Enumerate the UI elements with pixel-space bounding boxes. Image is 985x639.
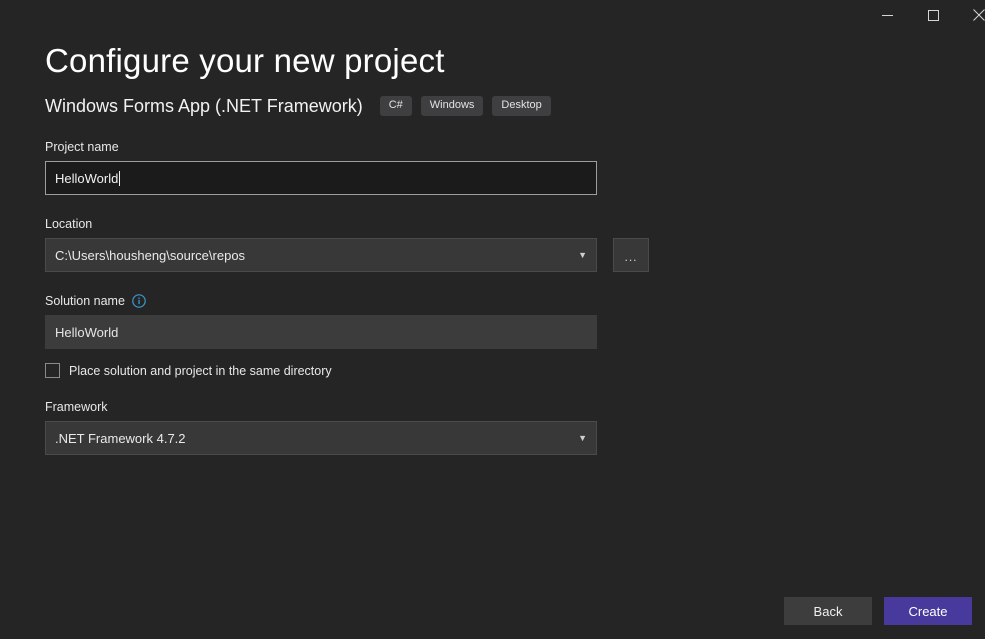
location-combobox[interactable]: C:\Users\housheng\source\repos ▼ xyxy=(45,238,597,272)
solution-name-group: Solution name HelloWorld xyxy=(45,294,985,349)
tag-language: C# xyxy=(379,96,412,116)
project-name-input[interactable]: HelloWorld xyxy=(45,161,597,195)
solution-name-row: HelloWorld xyxy=(45,315,985,349)
solution-name-value: HelloWorld xyxy=(55,324,119,340)
create-button[interactable]: Create xyxy=(884,597,972,625)
solution-name-label: Solution name xyxy=(45,294,985,308)
framework-row: .NET Framework 4.7.2 ▼ xyxy=(45,421,985,455)
solution-name-label-text: Solution name xyxy=(45,294,125,308)
minimize-button[interactable] xyxy=(864,0,910,30)
maximize-icon xyxy=(927,9,939,21)
page-title: Configure your new project xyxy=(45,42,445,79)
location-label: Location xyxy=(45,217,93,231)
framework-group: Framework .NET Framework 4.7.2 ▼ xyxy=(45,400,985,455)
project-name-row: HelloWorld xyxy=(45,161,985,195)
same-directory-checkbox[interactable] xyxy=(45,363,60,378)
template-tags: C# Windows Desktop xyxy=(379,96,551,116)
info-icon[interactable] xyxy=(132,294,146,308)
project-name-value: HelloWorld xyxy=(55,170,119,186)
minimize-icon xyxy=(881,14,893,16)
tag-platform: Windows xyxy=(420,96,484,116)
location-value: C:\Users\housheng\source\repos xyxy=(55,247,246,263)
same-directory-checkbox-row[interactable]: Place solution and project in the same d… xyxy=(45,363,985,378)
chevron-down-icon: ▼ xyxy=(578,249,587,260)
framework-value: .NET Framework 4.7.2 xyxy=(55,430,186,446)
solution-name-input[interactable]: HelloWorld xyxy=(45,315,597,349)
title-bar xyxy=(0,0,985,30)
text-caret xyxy=(119,170,121,186)
same-directory-label: Place solution and project in the same d… xyxy=(69,363,332,378)
back-button[interactable]: Back xyxy=(784,597,872,625)
location-group: Location C:\Users\housheng\source\repos … xyxy=(45,217,985,272)
close-icon xyxy=(973,9,985,21)
location-row: C:\Users\housheng\source\repos ▼ ... xyxy=(45,238,985,272)
tag-project-type: Desktop xyxy=(492,96,551,116)
maximize-button[interactable] xyxy=(910,0,956,30)
info-icon-glyph xyxy=(132,294,146,308)
project-name-label: Project name xyxy=(45,140,119,154)
browse-button[interactable]: ... xyxy=(613,238,649,272)
framework-combobox[interactable]: .NET Framework 4.7.2 ▼ xyxy=(45,421,597,455)
dialog-content: Configure your new project Windows Forms… xyxy=(45,30,985,639)
template-name: Windows Forms App (.NET Framework) xyxy=(45,95,363,116)
chevron-down-icon: ▼ xyxy=(578,432,587,443)
dialog-footer: Back Create xyxy=(784,597,972,625)
close-button[interactable] xyxy=(956,0,985,30)
framework-label: Framework xyxy=(45,400,108,414)
template-summary: Windows Forms App (.NET Framework) C# Wi… xyxy=(45,94,985,118)
project-name-group: Project name HelloWorld xyxy=(45,140,985,195)
